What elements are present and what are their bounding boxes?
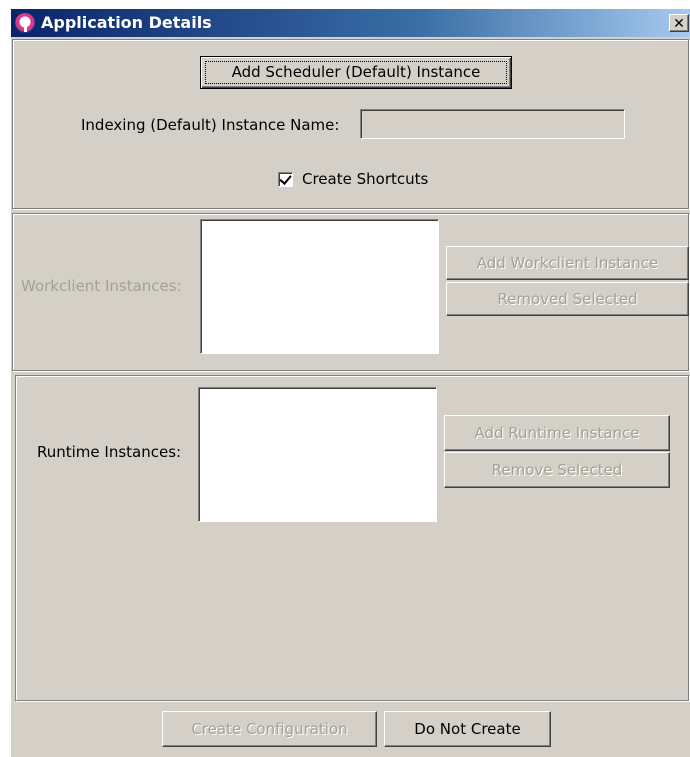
add-runtime-instance-label: Add Runtime Instance	[474, 424, 640, 442]
do-not-create-label: Do Not Create	[414, 720, 521, 738]
do-not-create-button[interactable]: Do Not Create	[384, 711, 551, 747]
close-button[interactable]: ✕	[669, 14, 689, 32]
title-bar[interactable]: Application Details ✕	[11, 9, 690, 37]
remove-selected-runtime-label: Remove Selected	[491, 461, 623, 479]
close-icon: ✕	[673, 16, 685, 32]
create-shortcuts-label[interactable]: Create Shortcuts	[302, 170, 428, 188]
application-details-dialog: Application Details ✕ Add Scheduler (Def…	[10, 8, 690, 757]
focus-indicator	[205, 61, 507, 84]
create-configuration-button[interactable]: Create Configuration	[162, 711, 377, 747]
indexing-instance-name-label: Indexing (Default) Instance Name:	[81, 116, 340, 134]
add-runtime-instance-button[interactable]: Add Runtime Instance	[444, 415, 670, 451]
add-workclient-instance-label: Add Workclient Instance	[476, 254, 659, 272]
app-logo-icon	[15, 13, 35, 33]
remove-selected-runtime-button[interactable]: Remove Selected	[444, 452, 670, 488]
create-configuration-label: Create Configuration	[191, 720, 348, 738]
window-title: Application Details	[41, 13, 212, 32]
workclient-instances-list[interactable]	[200, 219, 439, 354]
remove-selected-workclient-label: Removed Selected	[497, 290, 638, 308]
checkmark-icon	[279, 172, 292, 185]
indexing-instance-name-field[interactable]	[360, 109, 625, 139]
create-shortcuts-checkbox[interactable]	[278, 172, 293, 187]
workclient-instances-label: Workclient Instances:	[21, 277, 182, 295]
remove-selected-workclient-button[interactable]: Removed Selected	[446, 282, 689, 316]
add-workclient-instance-button[interactable]: Add Workclient Instance	[446, 246, 689, 280]
add-scheduler-instance-button[interactable]: Add Scheduler (Default) Instance	[200, 56, 512, 89]
runtime-instances-label: Runtime Instances:	[37, 443, 182, 461]
runtime-instances-list[interactable]	[198, 387, 437, 522]
